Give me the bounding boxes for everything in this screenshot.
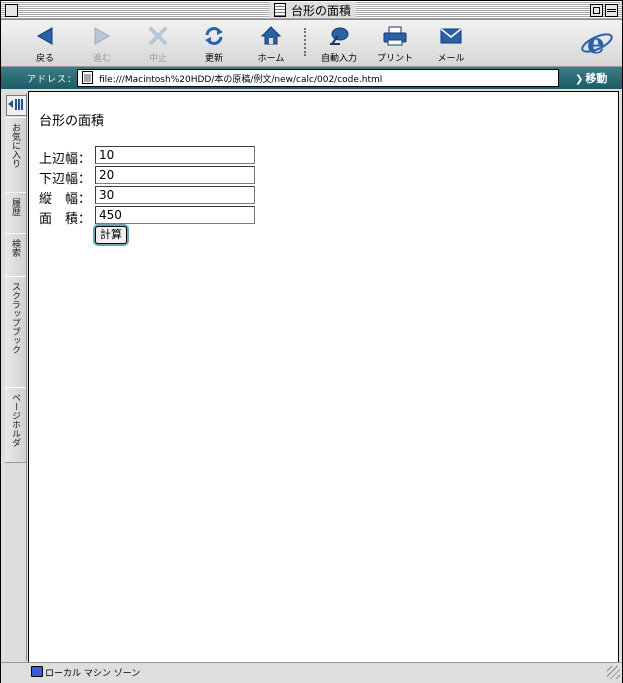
back-label: 戻る [35,54,54,64]
upper-width-label: 上辺幅： [39,152,92,167]
collapse-box[interactable] [605,4,618,17]
security-zone-text: ローカル マシン ゾーン [45,669,141,679]
print-button[interactable]: プリント [370,22,420,64]
back-button[interactable]: 戻る [20,22,70,64]
back-arrow-icon [36,27,53,45]
lower-width-input[interactable] [95,166,255,184]
toolbar-separator [304,28,306,56]
sidebar-tab-scrapbook[interactable]: スクラップブック [5,276,26,388]
area-output[interactable] [95,206,255,224]
computer-zone-icon [31,666,43,677]
page-content: 台形の面積 上辺幅： 下辺幅： 縦 幅： 面 積： 計算 [28,91,619,663]
print-label: プリント [376,54,413,64]
go-button[interactable]: ❯ 移動 [575,70,607,86]
document-icon [274,3,286,17]
sidebar-tab-label: 検索 [10,239,20,257]
forward-label: 進む [92,54,111,64]
height-input[interactable] [95,186,255,204]
address-bar: アドレス： file:///Macintosh%20HDD/本の原稿/例文/ne… [1,67,622,89]
mail-icon [440,28,462,44]
page-heading: 台形の面積 [39,114,105,129]
sidebar-tab-favorites[interactable]: お気に入り [5,117,26,193]
svg-text:e: e [587,27,605,60]
title-bar[interactable]: 台形の面積 [1,1,622,20]
browser-window: 台形の面積 戻る 進む 中止 更新 ホーム 自動入力 プリント メール e アド… [0,0,623,683]
sidebar-tab-label: お気に入り [10,123,20,168]
area-label: 面 積： [39,212,92,227]
lower-width-label: 下辺幅： [39,172,92,187]
status-bar: ローカル マシン ゾーン [1,662,622,683]
refresh-icon [205,27,223,45]
refresh-label: 更新 [204,54,223,64]
address-url: file:///Macintosh%20HDD/本の原稿/例文/new/calc… [99,75,383,85]
height-label: 縦 幅： [39,192,92,207]
mail-button[interactable]: メール [426,22,476,64]
home-label: ホーム [257,54,285,64]
window-title-group: 台形の面積 [269,2,357,18]
zoom-box[interactable] [590,4,603,17]
autofill-button[interactable]: 自動入力 [314,22,364,64]
sidebar-tab-label: ページホルダ [10,393,20,447]
internet-explorer-logo: e [581,27,613,60]
sidebar-collapse-icon [8,99,23,110]
refresh-button[interactable]: 更新 [189,22,239,64]
home-button[interactable]: ホーム [246,22,296,64]
sidebar-tab-label: 履歴 [10,198,20,216]
sidebar-tab-label: スクラップブック [10,282,20,354]
sidebar-tab-search[interactable]: 検索 [5,233,26,277]
go-label: 移動 [585,72,608,85]
autofill-icon [330,27,349,45]
toolbar: 戻る 進む 中止 更新 ホーム 自動入力 プリント メール e [1,20,622,67]
sidebar-tab-history[interactable]: 履歴 [5,192,26,234]
page-file-icon [82,71,93,84]
printer-icon [383,26,407,46]
home-icon [261,26,281,45]
stop-label: 中止 [148,54,167,64]
address-field[interactable]: file:///Macintosh%20HDD/本の原稿/例文/new/calc… [77,69,559,87]
go-arrow-icon: ❯ [575,74,584,85]
upper-width-input[interactable] [95,146,255,164]
explorer-bar-toggle[interactable] [6,95,27,116]
autofill-label: 自動入力 [320,54,357,64]
resize-grip[interactable] [607,666,620,679]
calculate-button[interactable]: 計算 [95,226,127,244]
mail-label: メール [437,54,465,64]
close-box[interactable] [5,4,18,17]
stop-x-icon [149,27,167,45]
forward-button[interactable]: 進む [77,22,127,64]
sidebar-tab-page-holder[interactable]: ページホルダ [5,387,26,463]
stop-button[interactable]: 中止 [133,22,183,64]
window-title: 台形の面積 [291,3,352,18]
address-label: アドレス： [27,75,78,85]
explorer-bar: お気に入り 履歴 検索 スクラップブック ページホルダ [5,93,27,661]
forward-arrow-icon [94,27,111,45]
